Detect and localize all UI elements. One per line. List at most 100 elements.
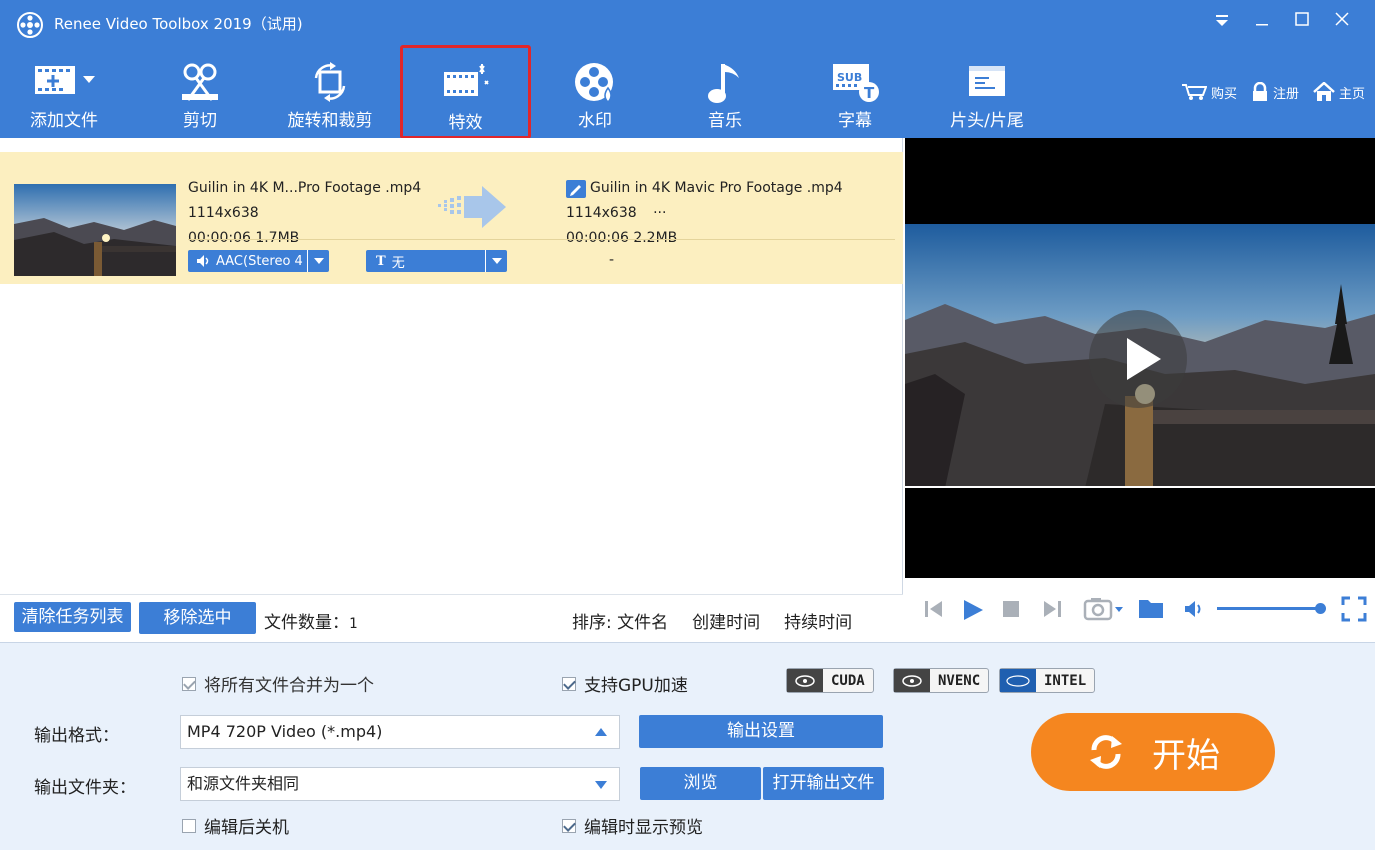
output-format-value: MP4 720P Video (*.mp4): [187, 722, 383, 741]
file-count-label: 文件数量：: [264, 613, 349, 633]
nvidia-logo-icon: [787, 669, 823, 692]
header-links: 购买 注册 主页: [1181, 82, 1365, 102]
list-actions-bar: 清除任务列表 移除选中 文件数量：1 排序: 文件名 创建时间 持续时间: [0, 594, 903, 642]
subtitle-dropdown[interactable]: T 无: [366, 250, 507, 272]
checkbox-box[interactable]: [182, 818, 196, 833]
output-format-label: 输出格式：: [34, 726, 119, 746]
chevron-down-icon: [595, 781, 607, 789]
player-controls: [905, 578, 1375, 642]
register-label: 注册: [1272, 86, 1299, 102]
window-title: Renee Video Toolbox 2019（试用): [54, 15, 303, 33]
film-reel-icon: [17, 12, 43, 38]
merge-files-checkbox[interactable]: 将所有文件合并为一个: [182, 671, 374, 696]
svg-text:SUB: SUB: [837, 71, 862, 84]
show-preview-label: 编辑时显示预览: [584, 818, 703, 838]
fullscreen-icon[interactable]: [1341, 596, 1367, 622]
maximize-button[interactable]: [1290, 10, 1314, 34]
buy-label: 购买: [1210, 86, 1237, 102]
shutdown-after-edit-label: 编辑后关机: [204, 818, 289, 838]
skip-forward-icon[interactable]: [1041, 598, 1063, 620]
audio-track-dropdown[interactable]: AAC(Stereo 4: [188, 250, 329, 272]
remove-selected-button[interactable]: 移除选中: [139, 602, 256, 634]
file-row[interactable]: Guilin in 4K M...Pro Footage .mp4 1114x6…: [0, 152, 903, 284]
intel-label: INTEL: [1044, 672, 1087, 689]
output-resolution: 1114x638: [566, 205, 637, 221]
main-toolbar: 添加文件 剪切 旋转和裁剪 特效 水印 音乐 SUB T 字幕 片头/片尾 购买…: [0, 45, 1375, 139]
tool-subtitle[interactable]: SUB T 字幕: [805, 46, 905, 138]
home-label: 主页: [1338, 86, 1365, 102]
convert-arrow-icon: [438, 186, 506, 228]
play-overlay-button[interactable]: [1089, 310, 1187, 408]
chevron-up-icon: [595, 728, 607, 736]
rotate-crop-icon: [314, 62, 346, 102]
home-link[interactable]: 主页: [1313, 82, 1365, 102]
output-folder-value: 和源文件夹相同: [187, 774, 300, 793]
close-button[interactable]: [1330, 10, 1354, 34]
play-icon[interactable]: [961, 598, 985, 622]
browse-button[interactable]: 浏览: [640, 767, 761, 800]
cuda-label: CUDA: [831, 672, 865, 689]
output-settings-panel: 将所有文件合并为一个 支持GPU加速 CUDA NVENC INTEL 输出格式…: [0, 642, 1375, 850]
tool-rotate-crop[interactable]: 旋转和裁剪: [278, 46, 382, 138]
output-settings-button[interactable]: 输出设置: [639, 715, 883, 748]
open-output-folder-button[interactable]: 打开输出文件: [763, 767, 884, 800]
menu-dropdown-icon[interactable]: [1210, 10, 1234, 34]
tool-effects[interactable]: 特效: [400, 45, 531, 139]
volume-slider-handle[interactable]: [1315, 603, 1326, 614]
camera-icon[interactable]: [1083, 596, 1125, 622]
tool-music[interactable]: 音乐: [675, 46, 775, 138]
video-thumbnail[interactable]: [14, 184, 176, 276]
tool-add-file[interactable]: 添加文件: [14, 46, 114, 138]
play-icon: [1127, 338, 1161, 380]
file-list: Guilin in 4K M...Pro Footage .mp4 1114x6…: [0, 138, 903, 594]
checkbox-box[interactable]: [562, 676, 576, 691]
source-resolution: 1114x638: [188, 205, 259, 221]
output-filename: Guilin in 4K Mavic Pro Footage .mp4: [590, 180, 843, 196]
output-track-value: -: [609, 252, 615, 268]
buy-link[interactable]: 购买: [1181, 83, 1237, 102]
chevron-down-icon: [307, 250, 329, 272]
tool-intro-outro[interactable]: 片头/片尾: [935, 46, 1039, 138]
sort-by-filename[interactable]: 排序: 文件名: [572, 608, 668, 633]
effects-icon: [443, 64, 489, 96]
chevron-down-icon: [485, 250, 507, 272]
refresh-icon: [1090, 735, 1122, 769]
scissors-icon: [182, 63, 218, 101]
start-button[interactable]: 开始: [1031, 713, 1275, 791]
text-t-icon: T: [376, 253, 386, 269]
register-link[interactable]: 注册: [1251, 82, 1299, 102]
intro-outro-icon: [969, 66, 1005, 96]
skip-back-icon[interactable]: [923, 598, 945, 620]
checkbox-box[interactable]: [182, 676, 196, 691]
tool-watermark[interactable]: 水印: [545, 46, 645, 138]
audio-track-value: AAC(Stereo 4: [216, 253, 303, 269]
checkbox-box[interactable]: [562, 818, 576, 833]
gpu-acceleration-label: 支持GPU加速: [584, 676, 688, 696]
tool-label: 音乐: [708, 111, 742, 131]
tool-label: 片头/片尾: [950, 111, 1024, 131]
file-count-value: 1: [349, 616, 358, 632]
subtitle-icon: SUB T: [833, 64, 879, 102]
shutdown-after-edit-checkbox[interactable]: 编辑后关机: [182, 813, 289, 838]
sort-by-duration[interactable]: 持续时间: [784, 608, 852, 633]
edit-name-icon[interactable]: [566, 179, 586, 198]
output-folder-select[interactable]: 和源文件夹相同: [180, 767, 620, 801]
tool-cut[interactable]: 剪切: [150, 46, 250, 138]
minimize-button[interactable]: [1250, 10, 1274, 34]
tool-label: 水印: [578, 111, 612, 131]
output-format-select[interactable]: MP4 720P Video (*.mp4): [180, 715, 620, 749]
volume-icon[interactable]: [1183, 598, 1207, 620]
gpu-acceleration-checkbox[interactable]: 支持GPU加速: [562, 671, 688, 696]
stop-icon[interactable]: [1003, 601, 1019, 617]
tool-label: 特效: [448, 113, 483, 133]
volume-slider[interactable]: [1217, 607, 1325, 610]
sort-by-created[interactable]: 创建时间: [692, 608, 760, 633]
folder-icon[interactable]: [1137, 596, 1165, 620]
show-preview-checkbox[interactable]: 编辑时显示预览: [562, 813, 703, 838]
clear-task-list-button[interactable]: 清除任务列表: [14, 602, 131, 632]
output-more-button[interactable]: ···: [653, 205, 666, 221]
intel-logo-icon: [1000, 669, 1036, 692]
video-preview[interactable]: [905, 138, 1375, 578]
nvidia-logo-icon: [894, 669, 930, 692]
tool-label: 旋转和裁剪: [287, 111, 373, 131]
